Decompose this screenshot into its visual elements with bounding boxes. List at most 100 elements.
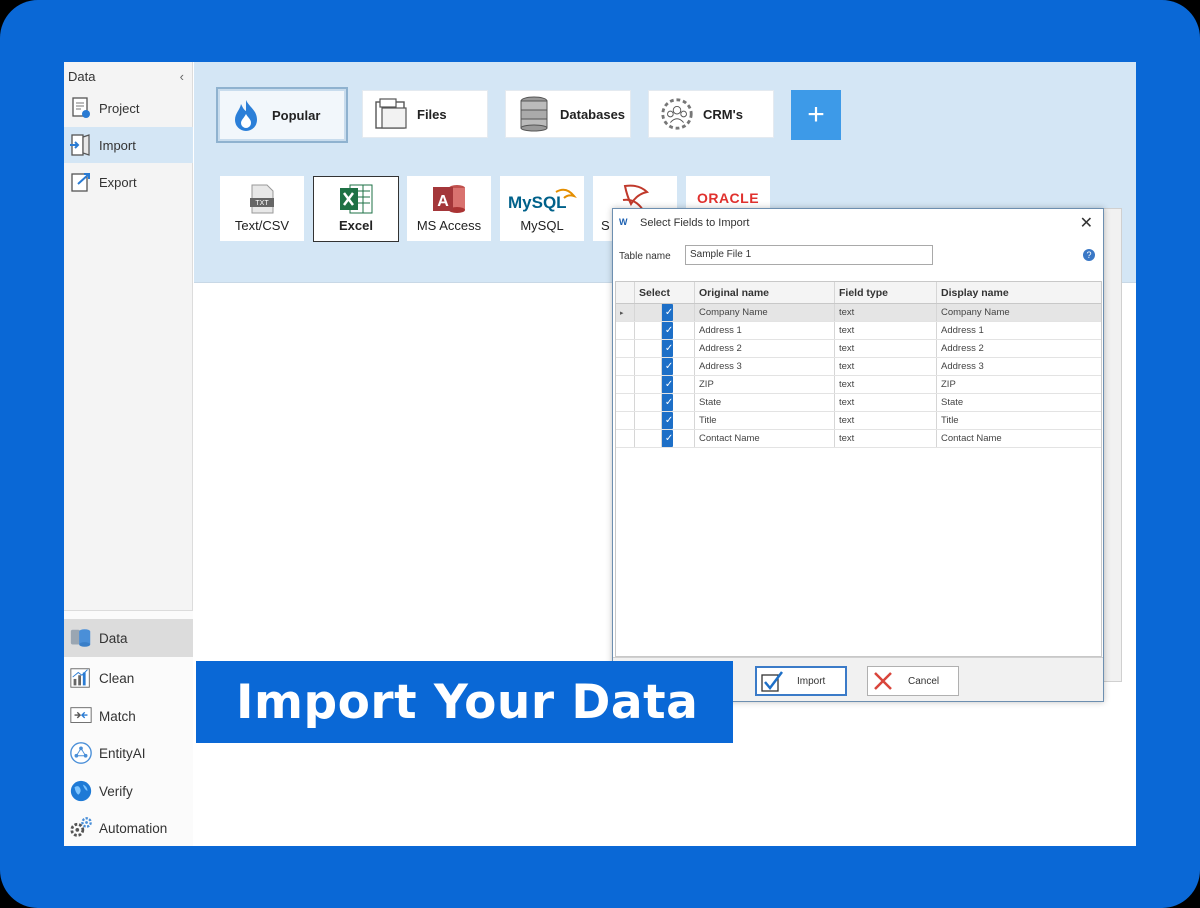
import-button[interactable]: Import	[755, 666, 847, 696]
table-row[interactable]: ▸ ✓ Company Name text Company Name	[616, 304, 1101, 322]
field-type-cell[interactable]: text	[834, 304, 936, 321]
nav-item-label: EntityAI	[99, 745, 146, 761]
source-label: MySQL	[520, 218, 564, 233]
gears-icon	[69, 816, 93, 840]
entityai-icon	[69, 741, 93, 765]
original-name-cell: Address 1	[694, 322, 834, 339]
source-label: S	[601, 218, 610, 233]
flame-icon	[228, 97, 264, 133]
category-crms-button[interactable]: CRM's	[648, 90, 774, 138]
checkbox-checked-icon: ✓	[660, 412, 673, 429]
select-checkbox[interactable]: ✓	[634, 394, 694, 411]
background-window-edge	[1104, 208, 1122, 682]
field-type-cell[interactable]: text	[834, 358, 936, 375]
source-label: MS Access	[416, 218, 482, 233]
field-type-cell[interactable]: text	[834, 430, 936, 447]
select-checkbox[interactable]: ✓	[634, 322, 694, 339]
select-checkbox[interactable]: ✓	[634, 304, 694, 321]
add-source-button[interactable]: +	[791, 90, 841, 140]
column-header-display-name[interactable]: Display name	[936, 282, 1101, 303]
nav-item-label: Verify	[99, 783, 133, 799]
source-textcsv-button[interactable]: TXT Text/CSV	[220, 176, 304, 241]
display-name-cell[interactable]: Contact Name	[936, 430, 1101, 447]
nav-item-label: Match	[99, 708, 136, 724]
source-msaccess-button[interactable]: A MS Access	[407, 176, 491, 241]
checkbox-checked-icon: ✓	[660, 304, 673, 321]
database-stack-icon	[516, 96, 552, 132]
field-type-cell[interactable]: text	[834, 412, 936, 429]
nav-item-data[interactable]: Data	[64, 619, 193, 657]
field-type-cell[interactable]: text	[834, 376, 936, 393]
category-files-button[interactable]: Files	[362, 90, 488, 138]
source-excel-button[interactable]: Excel	[313, 176, 399, 242]
select-checkbox[interactable]: ✓	[634, 376, 694, 393]
grid-header: Select Original name Field type Display …	[616, 282, 1101, 304]
app-logo-icon: W	[619, 217, 628, 227]
table-row[interactable]: ✓ State text State	[616, 394, 1101, 412]
svg-text:A: A	[437, 193, 449, 210]
select-checkbox[interactable]: ✓	[634, 358, 694, 375]
column-header-select[interactable]: Select	[634, 282, 694, 303]
display-name-cell[interactable]: State	[936, 394, 1101, 411]
category-popular-button[interactable]: Popular	[216, 87, 348, 143]
select-checkbox[interactable]: ✓	[634, 340, 694, 357]
sidebar-title: Data	[68, 68, 96, 84]
mysql-wordmark: MySQL	[508, 193, 567, 212]
table-name-input[interactable]: Sample File 1	[685, 245, 933, 265]
nav-item-label: Automation	[99, 820, 168, 836]
display-name-cell[interactable]: Address 2	[936, 340, 1101, 357]
checkbox-checked-icon: ✓	[660, 358, 673, 375]
column-header-field-type[interactable]: Field type	[834, 282, 936, 303]
column-header-original-name[interactable]: Original name	[694, 282, 834, 303]
sidebar-item-export[interactable]: Export	[64, 164, 193, 200]
source-label: Excel	[339, 218, 373, 233]
mysql-logo-icon: MySQL	[506, 182, 578, 216]
table-row[interactable]: ✓ Title text Title	[616, 412, 1101, 430]
display-name-cell[interactable]: ZIP	[936, 376, 1101, 393]
help-icon[interactable]: ?	[1083, 249, 1095, 261]
field-type-cell[interactable]: text	[834, 322, 936, 339]
field-type-cell[interactable]: text	[834, 394, 936, 411]
display-name-cell[interactable]: Company Name	[936, 304, 1101, 321]
module-nav: Data Clean Match EntityAI Verify Automat…	[64, 610, 193, 846]
dialog-title: Select Fields to Import	[640, 217, 750, 229]
nav-item-entityai[interactable]: EntityAI	[64, 734, 193, 772]
original-name-cell: Company Name	[694, 304, 834, 321]
original-name-cell: Title	[694, 412, 834, 429]
nav-item-label: Data	[99, 630, 128, 646]
category-label: Files	[417, 106, 447, 122]
row-indicator-icon: ▸	[620, 309, 624, 317]
display-name-cell[interactable]: Address 1	[936, 322, 1101, 339]
select-fields-dialog: W Select Fields to Import ✕ Table name S…	[612, 208, 1104, 702]
category-databases-button[interactable]: Databases	[505, 90, 631, 138]
nav-item-match[interactable]: Match	[64, 697, 193, 735]
crm-people-gear-icon	[659, 96, 695, 132]
project-icon	[69, 96, 93, 120]
source-mysql-button[interactable]: MySQL MySQL	[500, 176, 584, 241]
table-row[interactable]: ✓ Address 1 text Address 1	[616, 322, 1101, 340]
nav-item-verify[interactable]: Verify	[64, 772, 193, 810]
table-row[interactable]: ✓ Contact Name text Contact Name	[616, 430, 1101, 448]
nav-item-clean[interactable]: Clean	[64, 659, 193, 697]
table-row[interactable]: ✓ ZIP text ZIP	[616, 376, 1101, 394]
fields-grid: Select Original name Field type Display …	[615, 281, 1102, 657]
import-label: Import	[797, 675, 826, 687]
display-name-cell[interactable]: Title	[936, 412, 1101, 429]
sidebar-item-import[interactable]: Import	[64, 127, 193, 163]
nav-item-automation[interactable]: Automation	[64, 809, 193, 846]
cancel-button[interactable]: Cancel	[867, 666, 959, 696]
checkbox-checked-icon: ✓	[660, 394, 673, 411]
checkbox-checked-icon: ✓	[660, 430, 673, 447]
nav-item-label: Clean	[99, 670, 135, 686]
select-checkbox[interactable]: ✓	[634, 430, 694, 447]
select-checkbox[interactable]: ✓	[634, 412, 694, 429]
table-row[interactable]: ✓ Address 3 text Address 3	[616, 358, 1101, 376]
table-row[interactable]: ✓ Address 2 text Address 2	[616, 340, 1101, 358]
collapse-chevron-icon[interactable]: ‹	[180, 69, 184, 84]
close-icon[interactable]: ✕	[1080, 213, 1093, 233]
original-name-cell: Contact Name	[694, 430, 834, 447]
display-name-cell[interactable]: Address 3	[936, 358, 1101, 375]
field-type-cell[interactable]: text	[834, 340, 936, 357]
original-name-cell: Address 3	[694, 358, 834, 375]
sidebar-item-project[interactable]: Project	[64, 90, 193, 126]
